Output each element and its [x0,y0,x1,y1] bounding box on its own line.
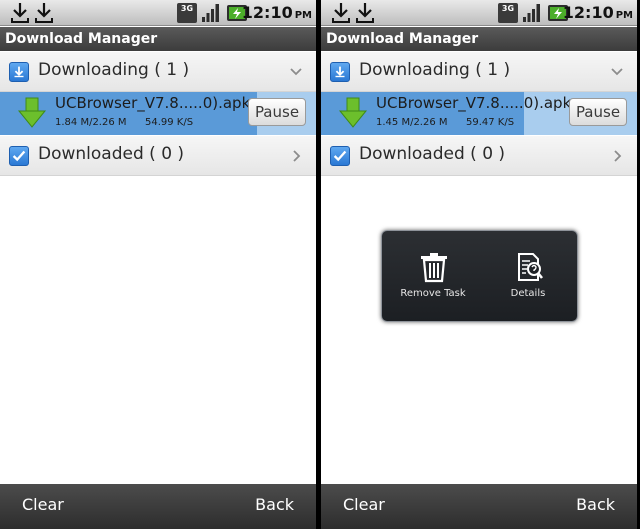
download-item[interactable]: UCBrowser_V7.8.....0).apk 1.45 M/2.26 M … [321,92,637,135]
download-arrow-icon [34,1,54,25]
page-title: Download Manager [0,27,316,51]
downloading-label: Downloading ( 1 ) [38,60,190,80]
downloaded-label: Downloaded ( 0 ) [38,144,185,164]
downloaded-label: Downloaded ( 0 ) [359,144,506,164]
status-clock: 12:10 PM [242,2,312,24]
download-filename: UCBrowser_V7.8.....0).apk [55,94,251,112]
clock-time: 12:10 [241,3,293,22]
pause-button[interactable]: Pause [248,98,306,126]
downloading-label: Downloading ( 1 ) [359,60,511,80]
remove-task-label: Remove Task [400,288,466,299]
download-box-icon [9,62,29,82]
remove-task-option[interactable]: Remove Task [384,231,482,323]
download-arrow-icon [17,97,47,129]
phone-screen-left: 3G 12:10 PM Download Manager Downloading … [0,0,316,529]
status-clock: 12:10 PM [563,2,633,24]
clear-button[interactable]: Clear [343,484,385,529]
trash-icon [418,251,450,283]
clear-button[interactable]: Clear [22,484,64,529]
bottom-bar: Clear Back [0,484,316,529]
download-box-icon [330,62,350,82]
download-item[interactable]: UCBrowser_V7.8.....0).apk 1.84 M/2.26 M … [0,92,316,135]
download-arrow-icon [10,1,30,25]
downloaded-section-header[interactable]: Downloaded ( 0 ) [0,136,316,176]
details-option[interactable]: Details [479,231,577,323]
document-search-icon [513,251,545,283]
download-speed: 54.99 K/S [145,117,194,128]
back-button[interactable]: Back [255,484,294,529]
checkbox-check-icon [330,146,350,166]
bottom-bar: Clear Back [321,484,637,529]
download-filename: UCBrowser_V7.8.....0).apk [376,94,572,112]
back-button[interactable]: Back [576,484,615,529]
downloading-section-header[interactable]: Downloading ( 1 ) [321,52,637,92]
download-size: 1.45 M/2.26 M [376,117,448,128]
signal-bars-icon [522,3,542,23]
details-label: Details [510,288,546,299]
chevron-down-icon [290,65,302,79]
clock-ampm: PM [294,10,312,21]
download-size: 1.84 M/2.26 M [55,117,127,128]
3g-icon: 3G [498,3,518,23]
checkbox-check-icon [9,146,29,166]
pause-button[interactable]: Pause [569,98,627,126]
clock-ampm: PM [615,10,633,21]
download-arrow-icon [331,1,351,25]
download-arrow-icon [338,97,368,129]
downloading-section-header[interactable]: Downloading ( 1 ) [0,52,316,92]
chevron-right-icon [611,149,623,163]
status-bar: 3G 12:10 PM [0,0,316,26]
chevron-right-icon [290,149,302,163]
context-menu: Remove Task Details [381,230,578,322]
3g-icon: 3G [177,3,197,23]
signal-bars-icon [201,3,221,23]
chevron-down-icon [611,65,623,79]
download-arrow-icon [355,1,375,25]
downloaded-section-header[interactable]: Downloaded ( 0 ) [321,136,637,176]
status-bar: 3G 12:10 PM [321,0,637,26]
clock-time: 12:10 [562,3,614,22]
download-speed: 59.47 K/S [466,117,515,128]
phone-screen-right: 3G 12:10 PM Download Manager Downloading … [321,0,637,529]
page-title: Download Manager [321,27,637,51]
